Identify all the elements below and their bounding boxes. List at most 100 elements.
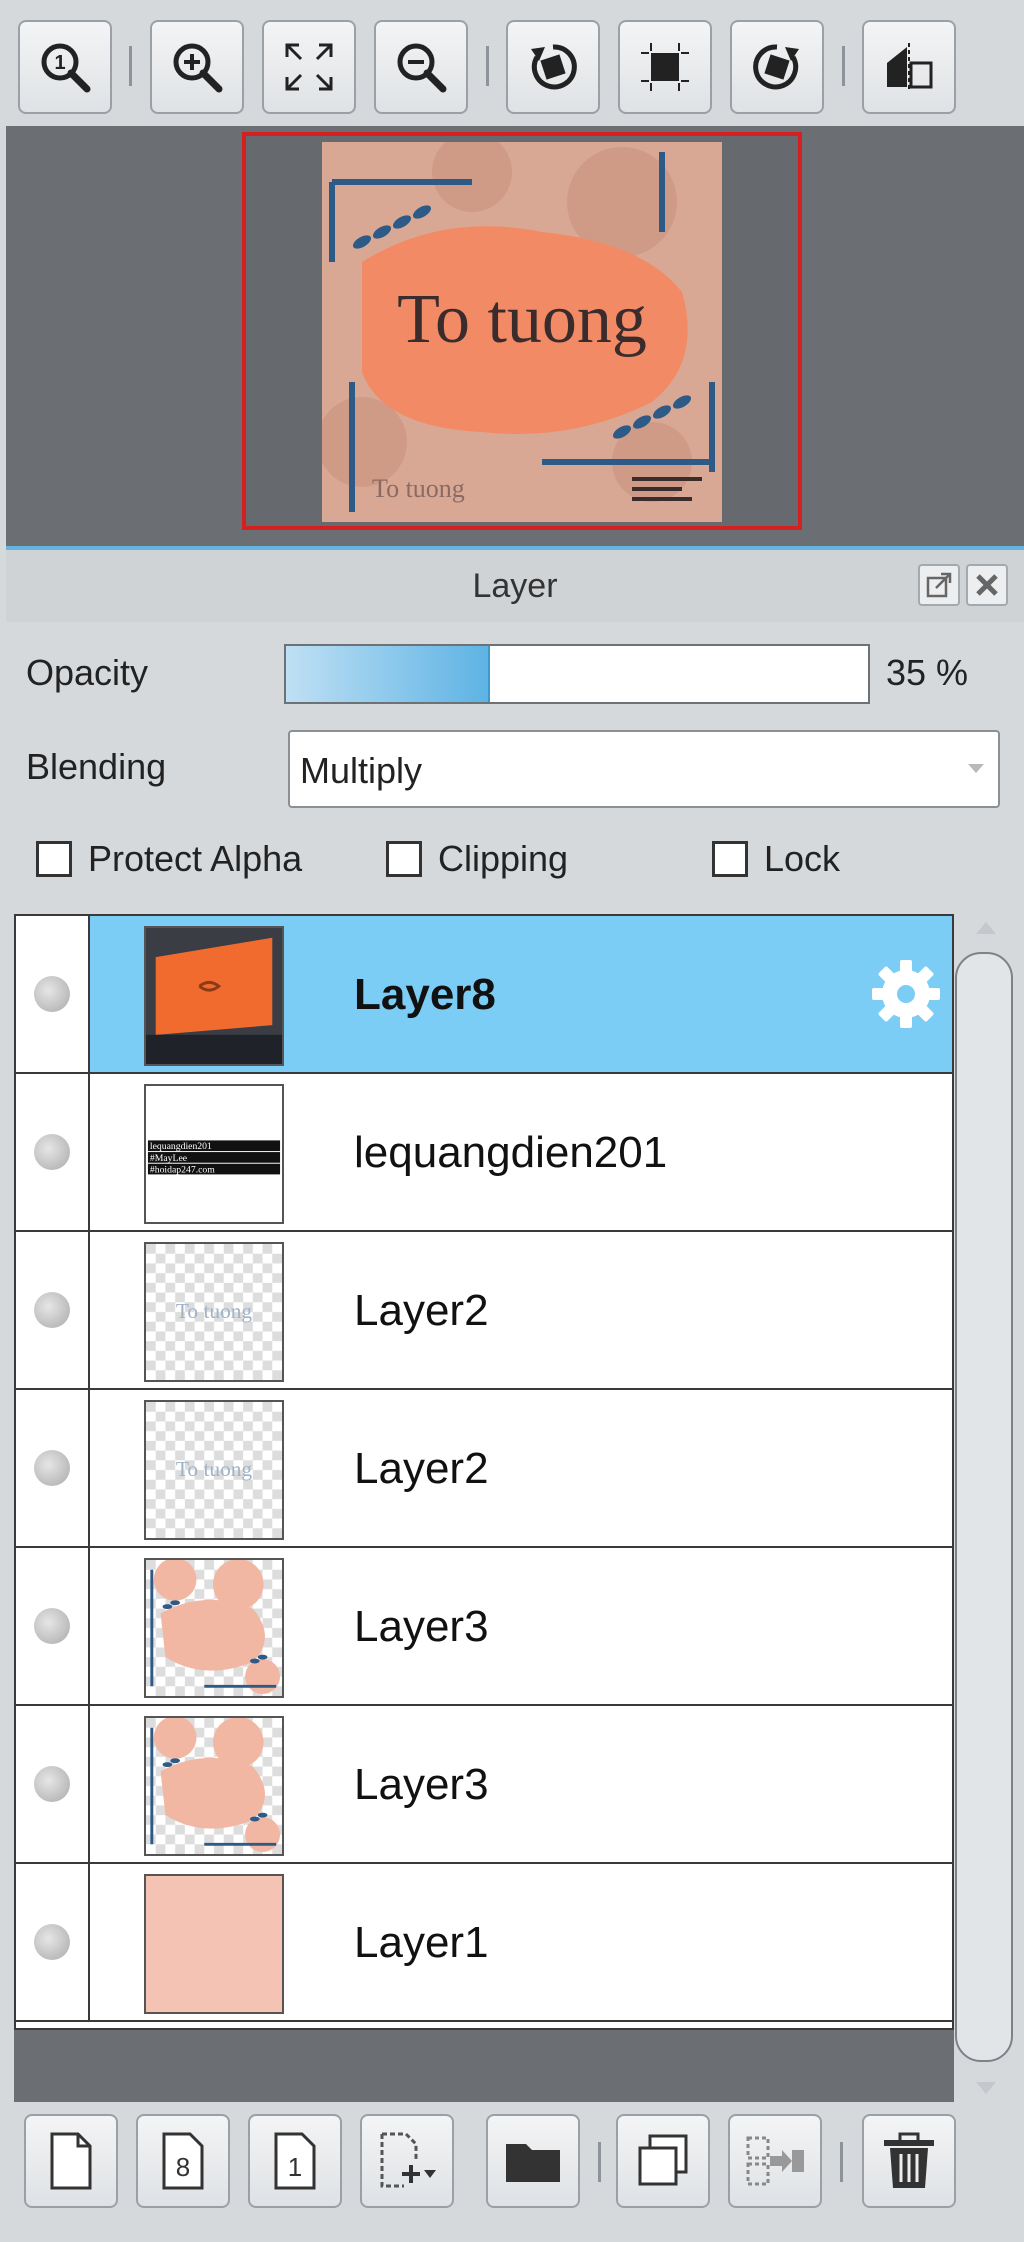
checkbox-icon (36, 841, 72, 877)
visibility-icon (34, 1766, 70, 1802)
delete-layer-button[interactable] (862, 2114, 956, 2208)
scroll-thumb[interactable] (955, 952, 1013, 2062)
protect-alpha-label: Protect Alpha (88, 838, 303, 879)
layer-row-content[interactable]: Layer3 (90, 1706, 952, 1862)
add-layer-dropdown-button[interactable] (360, 2114, 454, 2208)
opacity-label: Opacity (26, 652, 149, 693)
layer-row[interactable]: Layer1 (16, 1864, 952, 2022)
chevron-down-icon (968, 764, 984, 773)
visibility-toggle[interactable] (16, 1706, 90, 1862)
navigator-viewport[interactable]: To tuong To tuong (242, 132, 802, 530)
zoom-actual-size-button[interactable]: 1 (18, 20, 112, 114)
layer-name: Layer2 (354, 1286, 489, 1335)
new-folder-button[interactable] (486, 2114, 580, 2208)
layer-row[interactable]: Layer3 (16, 1548, 952, 1706)
visibility-toggle[interactable] (16, 916, 90, 1072)
svg-text:To tuong: To tuong (372, 474, 465, 503)
lock-label: Lock (764, 838, 841, 879)
blending-label: Blending (26, 746, 167, 787)
merge-layer-icon (746, 2136, 804, 2186)
folder-icon (506, 2144, 560, 2182)
svg-text:To tuong: To tuong (176, 1299, 253, 1323)
layer-row[interactable]: To tuong Layer2 (16, 1390, 952, 1548)
visibility-toggle[interactable] (16, 1074, 90, 1230)
zoom-out-button[interactable] (374, 20, 468, 114)
svg-text:8: 8 (176, 2152, 190, 2182)
layer-row[interactable]: Layer3 (16, 1706, 952, 1864)
visibility-toggle[interactable] (16, 1864, 90, 2020)
svg-text:To tuong: To tuong (176, 1457, 253, 1481)
svg-text:lequangdien201: lequangdien201 (150, 1141, 212, 1152)
lock-checkbox[interactable]: Lock (712, 838, 840, 880)
checkbox-icon (712, 841, 748, 877)
svg-text:To tuong: To tuong (397, 281, 647, 358)
layer-row[interactable]: lequangdien201 #MayLee #hoidap247.com lequa… (16, 1074, 952, 1232)
visibility-toggle[interactable] (16, 1232, 90, 1388)
opacity-slider-fill (286, 646, 490, 702)
visibility-icon (34, 976, 70, 1012)
visibility-icon (34, 1608, 70, 1644)
close-panel-button[interactable] (966, 564, 1008, 606)
duplicate-layer-icon (638, 2134, 688, 2186)
gear-icon[interactable] (868, 956, 944, 1032)
layer-thumbnail (144, 1716, 284, 1856)
duplicate-layer-button[interactable] (616, 2114, 710, 2208)
layer-name: lequangdien201 (354, 1128, 668, 1177)
flip-horizontal-icon (887, 43, 933, 91)
new-layer-icon (50, 2132, 92, 2190)
clipping-checkbox[interactable]: Clipping (386, 838, 568, 880)
layer-row[interactable]: To tuong Layer2 (16, 1232, 952, 1390)
reset-view-button[interactable] (618, 20, 712, 114)
layer-thumbnail (144, 1874, 284, 2014)
layer-row[interactable]: Layer8 (16, 916, 952, 1074)
scroll-up-icon[interactable] (976, 922, 996, 934)
layer-row-content[interactable]: To tuong Layer2 (90, 1390, 952, 1546)
svg-text:1: 1 (54, 52, 65, 74)
opacity-value: 35 % (886, 652, 969, 693)
fit-to-screen-icon (285, 43, 333, 91)
reset-view-icon (641, 43, 689, 91)
blending-value: Multiply (300, 750, 423, 791)
new-1bit-layer-button[interactable]: 1 (248, 2114, 342, 2208)
external-window-icon (926, 572, 952, 598)
zoom-out-icon (397, 43, 447, 93)
layer-properties: Opacity 35 % Blending Multiply Protect A… (6, 622, 1024, 912)
canvas-preview: To tuong To tuong (322, 142, 722, 522)
layer-row-content[interactable]: To tuong Layer2 (90, 1232, 952, 1388)
new-layer-button[interactable] (24, 2114, 118, 2208)
protect-alpha-checkbox[interactable]: Protect Alpha (36, 838, 302, 880)
layer-list: Layer8 lequangdien201 #MayLee #hoidap247.co… (14, 914, 954, 2030)
rotate-right-icon (753, 44, 799, 90)
detach-panel-button[interactable] (918, 564, 960, 606)
new-8bit-layer-button[interactable]: 8 (136, 2114, 230, 2208)
close-icon (976, 574, 998, 596)
merge-layer-button[interactable] (728, 2114, 822, 2208)
layer-panel-header: Layer (6, 550, 1024, 623)
visibility-icon (34, 1134, 70, 1170)
layer-row-content[interactable]: lequangdien201 #MayLee #hoidap247.com lequa… (90, 1074, 952, 1230)
visibility-toggle[interactable] (16, 1390, 90, 1546)
zoom-in-icon (173, 43, 223, 93)
clipping-label: Clipping (438, 838, 569, 879)
blending-select[interactable]: Multiply (288, 730, 1000, 808)
svg-text:#hoidap247.com: #hoidap247.com (150, 1164, 215, 1175)
layer-row-content[interactable]: Layer3 (90, 1548, 952, 1704)
visibility-icon (34, 1292, 70, 1328)
fit-to-screen-button[interactable] (262, 20, 356, 114)
opacity-slider[interactable] (284, 644, 870, 704)
new-8bit-layer-icon: 8 (162, 2132, 204, 2190)
layer-name: Layer2 (354, 1444, 489, 1493)
visibility-toggle[interactable] (16, 1548, 90, 1704)
zoom-in-button[interactable] (150, 20, 244, 114)
flip-horizontal-button[interactable] (862, 20, 956, 114)
visibility-icon (34, 1450, 70, 1486)
view-toolbar: 1 (0, 0, 1024, 126)
layer-row-content[interactable]: Layer1 (90, 1864, 952, 2020)
scroll-down-icon[interactable] (976, 2082, 996, 2094)
navigator-panel: To tuong To tuong (6, 126, 1024, 546)
layer-row-content[interactable]: Layer8 (90, 916, 952, 1072)
layer-thumbnail: lequangdien201 #MayLee #hoidap247.com (144, 1084, 284, 1224)
layer-list-scrollbar[interactable] (954, 914, 1016, 2102)
rotate-left-button[interactable] (506, 20, 600, 114)
rotate-right-button[interactable] (730, 20, 824, 114)
